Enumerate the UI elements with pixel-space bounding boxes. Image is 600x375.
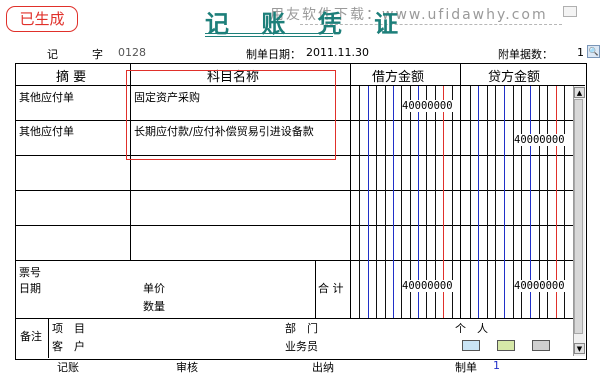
voucher-edit-icon[interactable] [462, 340, 480, 351]
total-credit: 40000000 [514, 280, 565, 292]
column-summary: 摘 要 [56, 70, 87, 85]
project-label: 项 目 [52, 322, 85, 335]
voucher-char-label: 字 [92, 48, 103, 61]
cash-card-icon[interactable] [497, 340, 515, 351]
quantity-label: 数量 [143, 300, 165, 313]
entry-2-summary[interactable]: 其他应付单 [19, 123, 74, 139]
scrollbar-thumb[interactable] [574, 99, 583, 334]
attachments-label: 附单据数： [498, 48, 553, 61]
maker-label: 制单 [455, 361, 477, 374]
scroll-down-icon[interactable]: ▼ [574, 343, 585, 354]
search-icon[interactable]: 🔍 [587, 45, 600, 58]
generated-stamp: 已生成 [6, 6, 78, 32]
title-underline-double [205, 36, 333, 37]
salesperson-label: 业务员 [285, 340, 318, 353]
ticket-date-label: 日期 [19, 282, 41, 295]
maker-value: 1 [493, 359, 500, 372]
auditor-label: 审核 [176, 361, 198, 374]
total-debit: 40000000 [402, 280, 453, 292]
voucher-type[interactable]: 记 [47, 46, 58, 62]
account-highlight-box [126, 70, 336, 160]
customer-label: 客 户 [52, 340, 85, 353]
title-underline [205, 33, 333, 34]
entry-1-debit[interactable]: 40000000 [402, 100, 453, 112]
ticket-no-label: 票号 [19, 266, 41, 279]
department-label: 部 门 [285, 322, 318, 335]
cashier-label: 出纳 [312, 361, 334, 374]
column-credit: 贷方金额 [488, 70, 541, 85]
individual-label: 个 人 [455, 322, 488, 335]
date-label: 制单日期： [246, 48, 301, 61]
column-debit: 借方金额 [372, 70, 425, 85]
attachments-value[interactable]: 1 [577, 46, 584, 59]
entry-2-credit[interactable]: 40000000 [514, 134, 565, 146]
bookkeeper-label: 记账 [57, 361, 79, 374]
scroll-up-icon[interactable]: ▲ [574, 87, 585, 98]
total-label: 合 计 [318, 282, 344, 295]
entry-1-summary[interactable]: 其他应付单 [19, 89, 74, 105]
voucher-number[interactable]: 0128 [118, 46, 146, 59]
date-value[interactable]: 2011.11.30 [306, 46, 369, 59]
unit-price-label: 单价 [143, 282, 165, 295]
remarks-label: 备注 [20, 330, 42, 343]
mark-checkbox[interactable] [563, 6, 577, 17]
calculator-icon[interactable] [532, 340, 550, 351]
